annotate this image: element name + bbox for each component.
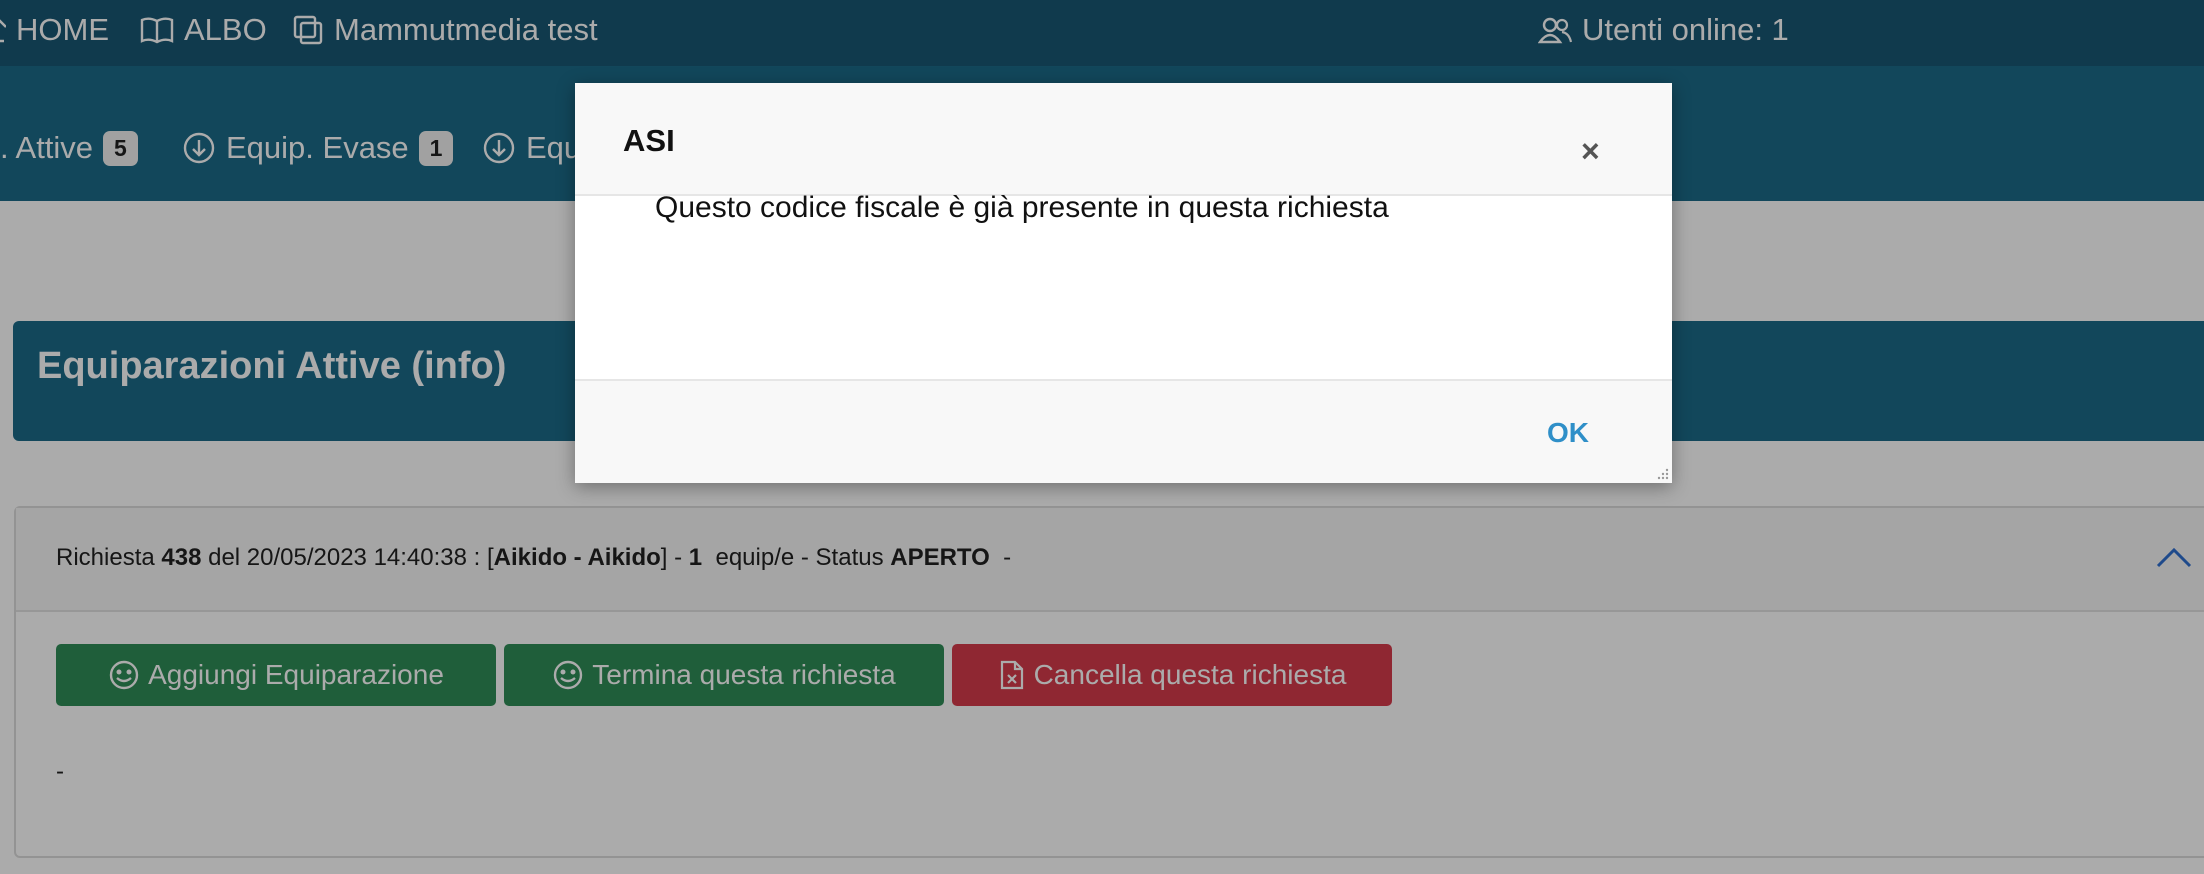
alert-dialog: ASI × Questo codice fiscale è già presen… xyxy=(575,83,1672,483)
close-icon[interactable]: × xyxy=(1581,135,1600,167)
dialog-header: ASI × xyxy=(575,83,1672,196)
ok-button[interactable]: OK xyxy=(1547,417,1589,449)
dialog-title: ASI xyxy=(623,123,675,158)
resize-handle-icon[interactable] xyxy=(1655,466,1669,480)
dialog-footer: OK xyxy=(575,379,1672,483)
dialog-message: Questo codice fiscale è già presente in … xyxy=(655,191,1389,224)
